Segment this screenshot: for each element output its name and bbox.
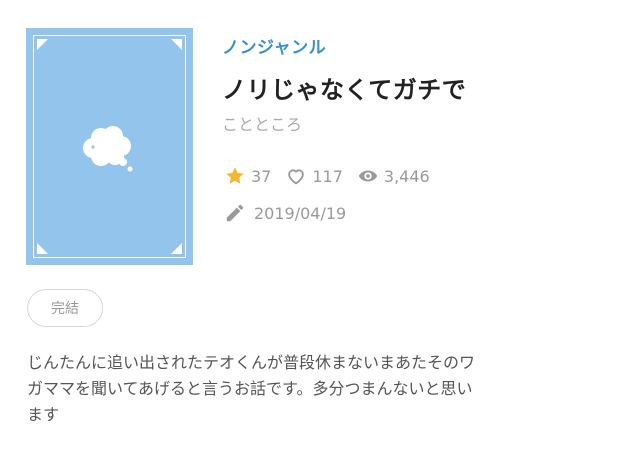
work-title: ノリじゃなくてガチで: [222, 76, 467, 104]
like-count: 117: [285, 165, 343, 187]
description-line: ます: [27, 405, 60, 424]
description-line: じんたんに追い出されたテオくんが普段休まないまあたそのワ: [27, 353, 476, 372]
eye-icon: [358, 170, 378, 182]
pencil-icon: [226, 204, 244, 222]
like-count-value: 117: [312, 166, 343, 186]
star-icon: [226, 167, 244, 184]
cover-image[interactable]: [26, 28, 193, 265]
cover-corner-ornament: [37, 39, 48, 50]
heart-icon: [288, 169, 305, 185]
updated-date-value: 2019/04/19: [254, 203, 347, 223]
view-count: 3,446: [357, 165, 430, 187]
cover-corner-ornament: [171, 39, 182, 50]
description-line: ガママを聞いてあげると言うお話です。多分つまんないと思い: [27, 379, 473, 398]
status-badge: 完結: [27, 289, 103, 327]
updated-date: 2019/04/19: [224, 201, 346, 225]
cover-corner-ornament: [171, 243, 182, 254]
cloud-logo-icon: [83, 126, 133, 172]
author-name[interactable]: ことところ: [222, 111, 302, 135]
stats-row: 37 117 3,446: [224, 164, 444, 188]
view-count-value: 3,446: [383, 166, 430, 186]
cover-corner-ornament: [37, 243, 48, 254]
star-count-value: 37: [251, 166, 272, 186]
genre-label[interactable]: ノンジャンル: [222, 33, 326, 58]
star-count: 37: [224, 165, 271, 187]
work-description: じんたんに追い出されたテオくんが普段休まないまあたそのワ ガママを聞いてあげると…: [27, 350, 602, 428]
